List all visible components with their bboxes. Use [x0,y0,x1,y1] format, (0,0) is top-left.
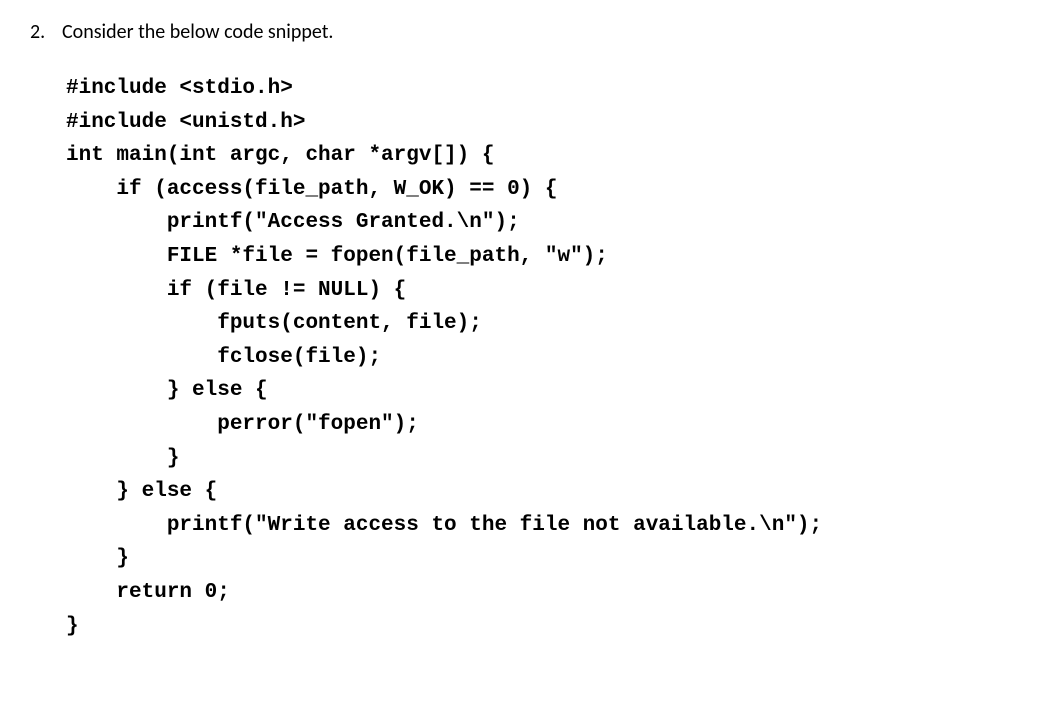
question-prompt: Consider the below code snippet. [58,20,333,44]
question-number: 2. [30,20,58,44]
question-line: 2. Consider the below code snippet. [30,20,1023,44]
code-snippet: #include <stdio.h> #include <unistd.h> i… [66,72,1023,643]
